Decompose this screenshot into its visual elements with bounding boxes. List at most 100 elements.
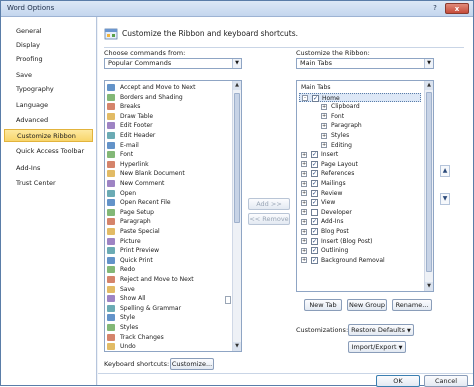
expand-icon[interactable]: + [321,103,327,110]
expand-icon[interactable]: + [301,257,307,264]
sidebar-item-proofing[interactable]: Proofing [4,53,93,66]
move-up-button[interactable]: ▲ [440,165,450,177]
sidebar-item-save[interactable]: Save [4,69,93,82]
tree-node[interactable]: + ✓ Page Layout [299,160,421,170]
tab-checkbox[interactable]: ✓ [311,160,318,168]
chevron-down-icon[interactable]: ▼ [232,59,241,68]
tab-checkbox[interactable] [311,208,318,216]
expand-icon[interactable]: + [301,170,307,177]
command-label: Open [120,189,137,197]
restore-defaults-button[interactable]: Restore Defaults ▼ [348,324,414,336]
sidebar-item-typography[interactable]: Typography [4,83,93,96]
tree-node[interactable]: + Editing [299,141,421,151]
expand-icon[interactable]: + [301,247,307,254]
expand-icon[interactable]: + [321,113,327,120]
tab-checkbox[interactable]: ✓ [312,94,319,102]
expand-icon[interactable]: + [301,151,307,158]
expand-icon[interactable]: + [301,228,307,235]
tree-node[interactable]: - ✓ Home [299,92,421,103]
tree-node-label: Mailings [321,180,346,187]
tree-node[interactable]: + ✓ Review [299,189,421,199]
tab-checkbox[interactable]: ✓ [311,199,318,207]
customize-shortcuts-button[interactable]: Customize... [170,358,214,370]
add-button[interactable]: Add >> [248,198,290,210]
command-label: Quick Print [120,256,153,264]
sidebar-item-general[interactable]: General [4,25,93,38]
tree-node[interactable]: + Clipboard [299,102,421,112]
tree-node[interactable]: + ✓ Blog Post [299,227,421,237]
commands-scrollbar[interactable]: ▲ ▼ [232,81,241,351]
tab-checkbox[interactable]: ✓ [311,151,318,159]
sidebar-item-language[interactable]: Language [4,99,93,112]
sidebar-item-customize-ribbon[interactable]: Customize Ribbon [4,129,93,142]
expand-icon[interactable]: + [301,199,307,206]
expand-icon[interactable]: + [301,209,307,216]
commands-list[interactable]: ▲ ▼ Accept and Move to Next Borders and S… [104,80,242,352]
scroll-down-icon[interactable]: ▼ [425,282,433,291]
expand-icon[interactable]: + [301,161,307,168]
tab-checkbox[interactable]: ✓ [311,228,318,235]
import-export-label: Import/Export [351,343,397,351]
tree-node[interactable]: + ✓ Insert [299,150,421,160]
tree-node[interactable]: + ✓ References [299,169,421,179]
scroll-thumb[interactable] [426,92,432,272]
import-export-button[interactable]: Import/Export ▼ [348,341,406,353]
sidebar-item-advanced[interactable]: Advanced [4,114,93,127]
tab-checkbox[interactable]: ✓ [311,237,318,245]
sidebar-item-trust-center[interactable]: Trust Center [4,177,93,190]
tree-node[interactable]: + ✓ Background Removal [299,256,421,266]
sidebar-item-display[interactable]: Display [4,39,93,52]
command-icon [107,199,115,207]
tree-node[interactable]: + ✓ View [299,198,421,208]
tab-checkbox[interactable]: ✓ [311,180,318,187]
tree-node[interactable]: + Styles [299,131,421,141]
remove-button[interactable]: << Remove [248,213,290,225]
cancel-button[interactable]: Cancel [424,375,468,387]
move-down-button[interactable]: ▼ [440,193,450,205]
new-tab-button[interactable]: New Tab [304,299,342,311]
ribbon-tabs-tree[interactable]: ▲ ▼ Main Tabs - ✓ Home + Clipboard + Font + Parag… [296,80,434,292]
command-icon [107,180,115,187]
tab-checkbox[interactable]: ✓ [311,170,318,178]
tab-checkbox[interactable]: ✓ [311,247,318,255]
tree-scrollbar[interactable]: ▲ ▼ [424,81,433,291]
command-icon [107,324,115,331]
tree-node[interactable]: + ✓ Add-Ins [299,217,421,227]
tree-node-label: Font [331,112,345,120]
sidebar-item-add-ins[interactable]: Add-Ins [4,162,93,175]
tab-checkbox[interactable]: ✓ [311,256,318,264]
scroll-thumb[interactable] [234,93,240,223]
choose-commands-label: Choose commands from: [104,49,186,57]
collapse-icon[interactable]: - [302,95,308,102]
tab-checkbox[interactable]: ✓ [311,218,318,226]
expand-icon[interactable]: + [301,180,307,187]
scroll-up-icon[interactable]: ▲ [425,81,433,90]
rename-button[interactable]: Rename... [392,299,432,311]
expand-icon[interactable]: + [301,218,307,225]
ok-button[interactable]: OK [376,375,420,387]
chevron-down-icon[interactable]: ▼ [424,59,433,68]
expand-icon[interactable]: + [321,132,327,139]
tree-node[interactable]: + Developer [299,208,421,218]
close-button[interactable]: x [445,3,469,14]
expand-icon[interactable]: + [321,122,327,129]
tree-node[interactable]: + ✓ Mailings [299,179,421,189]
tab-checkbox[interactable]: ✓ [311,189,318,197]
tree-node[interactable]: + Font [299,112,421,122]
choose-commands-combo[interactable]: Popular Commands ▼ [104,58,242,69]
command-label: Accept and Move to Next [120,84,196,91]
tree-node-label: Editing [331,141,352,149]
help-button[interactable]: ? [426,3,444,14]
tree-node[interactable]: + Paragraph [299,121,421,131]
scroll-down-icon[interactable]: ▼ [233,342,241,351]
new-group-button[interactable]: New Group [347,299,387,311]
expand-icon[interactable]: + [301,238,307,245]
scroll-up-icon[interactable]: ▲ [233,81,241,90]
customize-ribbon-combo[interactable]: Main Tabs ▼ [296,58,434,69]
expand-icon[interactable]: + [321,142,327,149]
sidebar-item-quick-access-toolbar[interactable]: Quick Access Toolbar [4,145,93,158]
tree-node[interactable]: + ✓ Outlining [299,246,421,256]
tree-node-label: Background Removal [321,256,385,264]
expand-icon[interactable]: + [301,190,307,197]
tree-node[interactable]: + ✓ Insert (Blog Post) [299,237,421,247]
